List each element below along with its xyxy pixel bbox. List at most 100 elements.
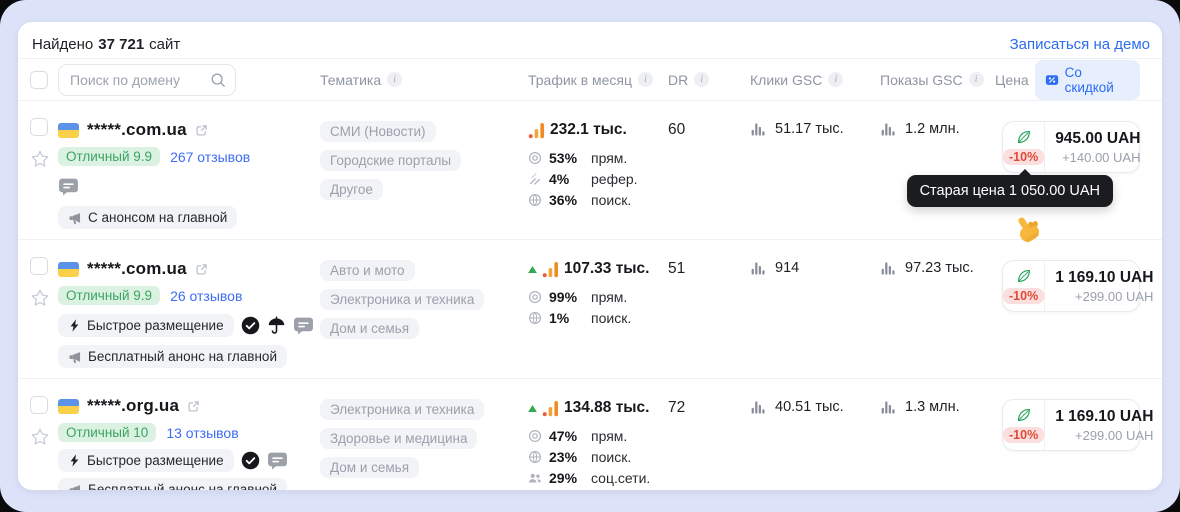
verified-check-icon[interactable] [241,316,260,335]
domain-link[interactable]: *****.com.ua [87,120,187,140]
external-link-icon[interactable] [187,400,200,413]
price-card[interactable]: -10% 1 169.10 UAH +299.00 UAH [1002,260,1140,312]
results-count-number: 37 721 [98,36,144,53]
price-value: 945.00 UAH [1055,130,1140,148]
header-impressions: Показы GSC [860,72,985,88]
gsc-bars-icon [880,261,896,276]
umbrella-icon[interactable] [267,316,286,335]
traffic-bars-icon [542,400,559,417]
results-header: Найдено 37 721 сайт Записаться на демо [18,22,1162,59]
impressions-value: 1.2 млн. [905,121,960,137]
dr-value: 51 [668,240,730,378]
domain-link[interactable]: *****.com.ua [87,259,187,279]
trend-up-icon [528,405,537,412]
dr-value: 60 [668,101,730,239]
impressions-value: 97.23 тыс. [905,260,974,276]
direct-target-icon [528,290,542,304]
external-link-icon[interactable] [195,124,208,137]
comments-icon[interactable] [58,176,79,197]
external-link-icon[interactable] [195,263,208,276]
row-checkbox[interactable] [30,396,48,414]
topics-cell: Авто и мото Электроника и техника Дом и … [320,240,528,378]
topic-tag: СМИ (Новости) [320,121,436,142]
search-globe-icon [528,311,542,325]
impressions-value: 1.3 млн. [905,399,960,415]
gsc-bars-icon [880,400,896,415]
domain-link[interactable]: *****.org.ua [87,396,179,416]
demo-signup-link[interactable]: Записаться на демо [1010,36,1150,53]
topic-tag: Авто и мото [320,260,415,281]
impressions-cell: 97.23 тыс. [860,240,985,378]
favorite-star-icon[interactable] [30,288,50,308]
table-header: Тематика Трафик в месяц DR Клики GSC Пок… [18,59,1162,101]
table-body: *****.com.ua Отличный 9.9 267 отзывов С … [18,101,1162,490]
select-all-checkbox[interactable] [30,71,48,89]
topic-tag: Здоровье и медицина [320,428,477,449]
discount-badge: -10% [1003,288,1044,304]
discount-ticket-icon [1045,73,1059,87]
gsc-bars-icon [750,122,766,137]
ukraine-flag-icon [58,123,79,138]
reviews-link[interactable]: 26 отзывов [170,288,242,304]
header-topic: Тематика [320,72,528,88]
header-clicks: Клики GSC [730,72,860,88]
price-value: 1 169.10 UAH [1055,408,1153,426]
megaphone-icon [68,483,82,491]
megaphone-icon [68,350,82,364]
reviews-link[interactable]: 267 отзывов [170,149,250,165]
table-row: *****.org.ua Отличный 10 13 отзывов Быст… [18,379,1162,490]
search-globe-icon [528,450,542,464]
clicks-cell: 40.51 тыс. [730,379,860,490]
info-icon[interactable] [969,72,984,87]
reviews-link[interactable]: 13 отзывов [166,425,238,441]
favorite-star-icon[interactable] [30,427,50,447]
discount-badge: -10% [1003,427,1044,443]
comments-icon[interactable] [293,315,314,336]
search-icon[interactable] [210,72,226,88]
topic-tag: Дом и семья [320,457,419,478]
clicks-value: 40.51 тыс. [775,399,844,415]
info-icon[interactable] [828,72,843,87]
traffic-value: 107.33 тыс. [564,260,649,278]
topic-tag: Электроника и техника [320,289,484,310]
table-row: *****.com.ua Отличный 9.9 26 отзывов Быс… [18,240,1162,379]
verified-check-icon[interactable] [241,451,260,470]
social-people-icon [528,471,542,485]
domain-search [58,64,236,96]
row-checkbox[interactable] [30,257,48,275]
traffic-bars-icon [542,261,559,278]
info-icon[interactable] [638,72,653,87]
quick-placement-tag: Быстрое размещение [58,314,234,337]
topic-tag: Другое [320,179,383,200]
topic-tag: Дом и семья [320,318,419,339]
traffic-cell: 134.88 тыс. 47% прям. 23% поиск. 29% соц… [528,379,668,490]
info-icon[interactable] [694,72,709,87]
announce-tag: Бесплатный анонс на главной [58,478,287,490]
header-domain-cell [58,64,320,96]
info-icon[interactable] [387,72,402,87]
price-cell: -10% 1 169.10 UAH +299.00 UAH [985,240,1140,378]
traffic-value: 134.88 тыс. [564,399,649,417]
header-dr: DR [668,72,730,88]
clicks-value: 51.17 тыс. [775,121,844,137]
comments-icon[interactable] [267,450,288,471]
dr-value: 72 [668,379,730,490]
price-cell: -10% 1 169.10 UAH +299.00 UAH [985,379,1140,490]
table-row: *****.com.ua Отличный 9.9 267 отзывов С … [18,101,1162,240]
topic-tag: Городские порталы [320,150,461,171]
gsc-bars-icon [880,122,896,137]
direct-target-icon [528,151,542,165]
megaphone-icon [68,211,82,225]
rating-badge: Отличный 9.9 [58,286,160,305]
price-card[interactable]: -10% 1 169.10 UAH +299.00 UAH [1002,399,1140,451]
discount-filter-toggle[interactable]: Со скидкой [1035,60,1140,100]
topics-cell: Электроника и техника Здоровье и медицин… [320,379,528,490]
traffic-cell: 107.33 тыс. 99% прям. 1% поиск. [528,240,668,378]
results-count: Найдено 37 721 сайт [32,36,180,53]
leaf-icon [1016,129,1032,145]
results-card: Найдено 37 721 сайт Записаться на демо Т… [18,22,1162,490]
favorite-star-icon[interactable] [30,149,50,169]
announce-tag: С анонсом на главной [58,206,237,229]
price-card[interactable]: -10% 945.00 UAH +140.00 UAH [1002,121,1140,173]
row-checkbox[interactable] [30,118,48,136]
